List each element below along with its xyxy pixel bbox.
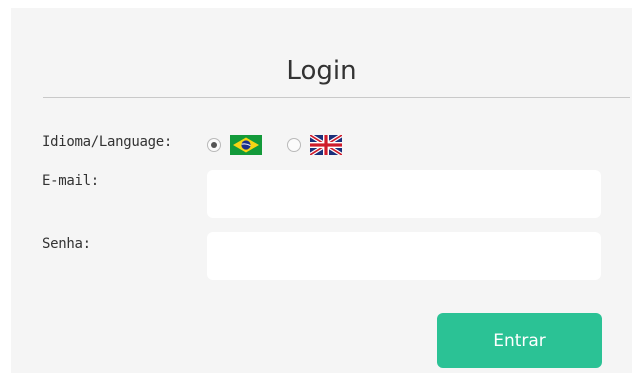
login-panel: Login Idioma/Language: E-mail: Senha: En… <box>11 8 632 373</box>
email-field[interactable] <box>207 170 601 218</box>
password-field[interactable] <box>207 232 601 280</box>
radio-selected-dot <box>211 142 217 148</box>
submit-button[interactable]: Entrar <box>437 313 602 368</box>
email-label: E-mail: <box>42 173 99 189</box>
password-label: Senha: <box>42 236 91 252</box>
uk-flag-icon[interactable] <box>308 133 344 157</box>
language-label: Idioma/Language: <box>42 134 173 150</box>
brazil-flag-icon[interactable] <box>230 135 262 155</box>
title-divider <box>43 97 630 98</box>
language-radio-english[interactable] <box>287 138 301 152</box>
language-radio-portuguese[interactable] <box>207 138 221 152</box>
page-title: Login <box>286 56 357 86</box>
